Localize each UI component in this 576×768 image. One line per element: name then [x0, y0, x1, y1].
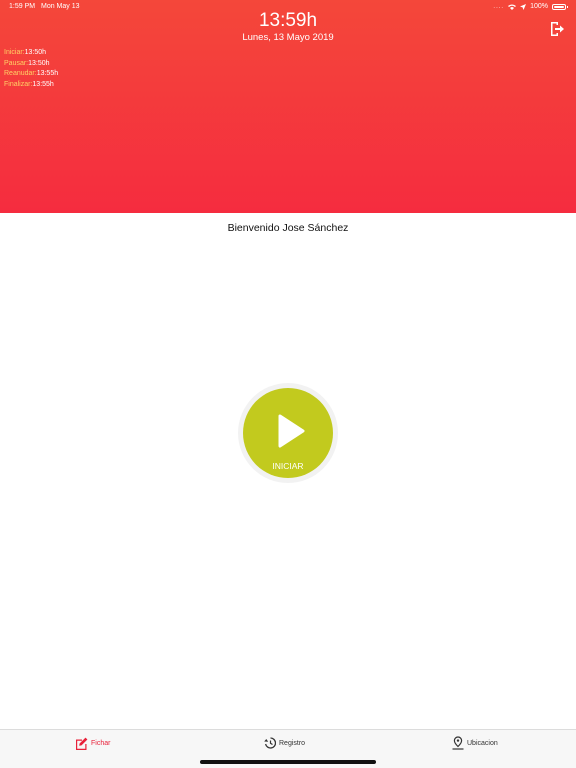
- time-log-value: 13:55h: [32, 80, 54, 88]
- tab-ubicacion-label: Ubicacion: [467, 739, 498, 747]
- play-icon: [278, 414, 305, 448]
- header-clock: 13:59h: [258, 10, 318, 31]
- home-indicator[interactable]: [200, 760, 376, 764]
- time-log: Iniciar:13:50h Pausar:13:50h Reanudar:13…: [4, 48, 58, 90]
- tab-registro[interactable]: Registro: [264, 735, 305, 751]
- header-date: Lunes, 13 Mayo 2019: [242, 32, 334, 43]
- header: 1:59 PM Mon May 13 .... 100% 13:59h Lune…: [0, 0, 576, 213]
- time-log-row: Reanudar:13:55h: [4, 69, 58, 80]
- history-icon: [264, 737, 276, 749]
- time-log-value: 13:50h: [24, 49, 47, 56]
- time-log-row: Finalizar:13:55h: [4, 80, 58, 91]
- time-log-label: Finalizar:: [4, 80, 33, 88]
- start-button-ring: INICIAR: [238, 383, 338, 483]
- time-log-value: 13:55h: [36, 70, 59, 77]
- tab-ubicacion[interactable]: Ubicacion: [452, 735, 498, 751]
- logout-button[interactable]: [548, 20, 566, 38]
- time-log-label: Iniciar:: [4, 49, 25, 56]
- time-log-row: Pausar:13:50h: [4, 59, 58, 70]
- start-button[interactable]: INICIAR: [243, 388, 333, 478]
- time-log-label: Pausar:: [4, 59, 29, 67]
- start-button-label: INICIAR: [272, 461, 304, 471]
- location-icon: [452, 736, 464, 750]
- edit-icon: [76, 737, 88, 750]
- time-log-value: 13:50h: [28, 59, 50, 67]
- time-log-row: Iniciar:13:50h: [4, 48, 58, 59]
- time-log-label: Reanudar:: [4, 70, 37, 77]
- logout-icon: [551, 22, 564, 36]
- tab-registro-label: Registro: [279, 739, 306, 747]
- tab-fichar-label: Fichar: [91, 739, 111, 747]
- tab-fichar[interactable]: Fichar: [75, 735, 110, 751]
- welcome-message: Bienvenido Jose Sánchez: [227, 222, 349, 234]
